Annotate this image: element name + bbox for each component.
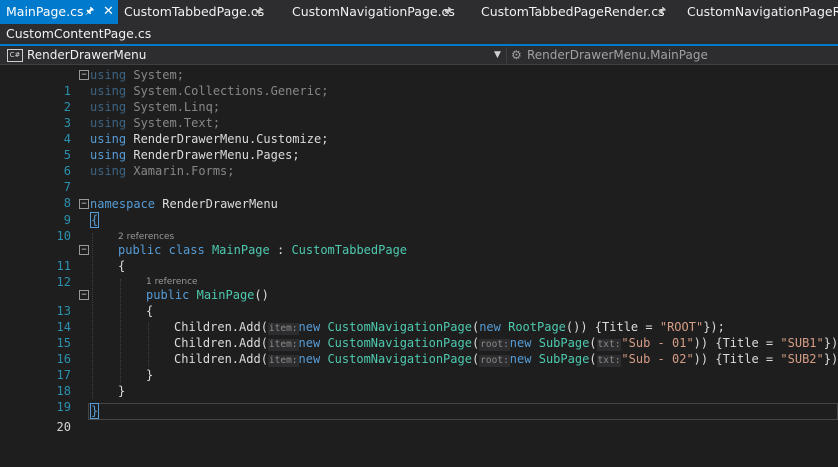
code-text: using System;	[90, 68, 184, 82]
code-text: {	[90, 212, 100, 228]
code-line: 5 using RenderDrawerMenu.Customize;	[0, 131, 838, 162]
code-line: 11 − public class MainPage : CustomTabbe…	[0, 242, 838, 273]
code-line: 2 using System.Collections.Generic;	[0, 83, 838, 114]
parameter-hint: root:	[479, 339, 510, 351]
code-text: {	[118, 259, 126, 273]
code-text: using Xamarin.Forms;	[90, 164, 235, 178]
code-text: using RenderDrawerMenu.Pages;	[90, 148, 300, 162]
collapse-icon[interactable]: −	[79, 245, 89, 255]
code-line: 13 − public MainPage()	[0, 287, 838, 318]
navigation-bar: C# RenderDrawerMenu ▼ ⚙ RenderDrawerMenu…	[0, 46, 838, 65]
code-line: 19 }	[0, 383, 838, 414]
code-line: 10 {	[0, 212, 838, 243]
tab-label: CustomNavigationPageRender.cs	[687, 4, 838, 19]
project-dropdown[interactable]: C# RenderDrawerMenu ▼	[3, 47, 503, 63]
member-dropdown[interactable]: ⚙ RenderDrawerMenu.MainPage	[506, 47, 838, 63]
code-text: {	[146, 304, 154, 318]
tab-label: CustomNavigationPage.cs	[292, 4, 455, 19]
parameter-hint: txt:	[596, 339, 622, 351]
collapse-icon[interactable]: −	[79, 70, 89, 80]
document-tab-bar-row2: CustomContentPage.cs	[0, 24, 838, 46]
code-line: 16 Children.Add(item:new CustomNavigatio…	[0, 335, 838, 366]
pin-icon[interactable]: 🖈	[443, 0, 452, 24]
code-text: using System.Text;	[90, 116, 221, 130]
chevron-down-icon[interactable]: ▼	[494, 47, 501, 63]
line-number: 20	[56, 420, 71, 434]
collapse-icon[interactable]: −	[79, 199, 89, 209]
code-line: 1 − using System;	[0, 67, 838, 98]
tab-customtabbedpage[interactable]: CustomTabbedPage.cs 🖈	[118, 0, 270, 24]
tab-customnavigationpagerender[interactable]: CustomNavigationPageRender.cs	[681, 0, 838, 24]
project-name: RenderDrawerMenu	[27, 48, 147, 62]
pin-icon[interactable]: 🖈	[254, 0, 263, 24]
tab-customnavigationpage[interactable]: CustomNavigationPage.cs 🖈	[286, 0, 456, 24]
code-line: 6 using RenderDrawerMenu.Pages;	[0, 147, 838, 178]
code-line: 9 − namespace RenderDrawerMenu	[0, 196, 838, 227]
code-text: Children.Add(item:new CustomNavigationPa…	[174, 352, 838, 367]
code-text: }	[118, 384, 126, 398]
code-text: namespace RenderDrawerMenu	[90, 197, 278, 211]
parameter-hint: item:	[267, 339, 299, 351]
parameter-hint: item:	[267, 355, 299, 367]
tab-customcontentpage[interactable]: CustomContentPage.cs	[0, 24, 157, 44]
tab-label: CustomContentPage.cs	[6, 26, 152, 41]
collapse-icon[interactable]: −	[79, 290, 89, 300]
parameter-hint: item:	[267, 323, 299, 335]
code-line: 18 }	[0, 367, 838, 398]
tab-mainpage[interactable]: MainPage.cs 🖈 ✕	[0, 0, 118, 24]
code-editor[interactable]: 1 − using System; 2 using System.Collect…	[0, 65, 838, 434]
code-line: 4 using System.Text;	[0, 115, 838, 146]
close-icon[interactable]: ✕	[103, 0, 114, 24]
code-line: 20 }	[0, 403, 838, 434]
code-line: 8	[0, 179, 838, 210]
code-text: }	[146, 368, 154, 382]
code-text: public MainPage()	[146, 288, 269, 302]
code-text: public class MainPage : CustomTabbedPage	[118, 243, 408, 257]
tab-customtabbedpagerender[interactable]: CustomTabbedPageRender.cs 🖈	[475, 0, 671, 24]
member-name: RenderDrawerMenu.MainPage	[527, 48, 708, 62]
pin-icon[interactable]: 🖈	[85, 0, 94, 24]
pin-icon[interactable]: 🖈	[657, 0, 666, 24]
parameter-hint: txt:	[596, 355, 622, 367]
code-text: }	[90, 403, 100, 419]
code-line: 3 using System.Linq;	[0, 99, 838, 130]
code-text: Children.Add(item:new CustomNavigationPa…	[174, 336, 838, 351]
csharp-project-icon: C#	[7, 49, 23, 62]
code-text: Children.Add(item:new CustomNavigationPa…	[174, 320, 725, 335]
code-line: 15 Children.Add(item:new CustomNavigatio…	[0, 319, 838, 350]
code-line: 14 {	[0, 303, 838, 334]
code-line: 12 {	[0, 258, 838, 289]
code-text: using RenderDrawerMenu.Customize;	[90, 132, 329, 146]
code-line: 17 Children.Add(item:new CustomNavigatio…	[0, 351, 838, 382]
class-member-icon: ⚙	[511, 48, 522, 62]
code-text: using System.Collections.Generic;	[90, 84, 329, 98]
tab-label: CustomTabbedPageRender.cs	[481, 4, 665, 19]
document-tab-bar: MainPage.cs 🖈 ✕ CustomTabbedPage.cs 🖈 Cu…	[0, 0, 838, 24]
code-text: using System.Linq;	[90, 100, 221, 114]
code-line: 7 using Xamarin.Forms;	[0, 163, 838, 194]
parameter-hint: root:	[479, 355, 510, 367]
tab-label: MainPage.cs	[6, 4, 84, 19]
tab-label: CustomTabbedPage.cs	[124, 4, 265, 19]
